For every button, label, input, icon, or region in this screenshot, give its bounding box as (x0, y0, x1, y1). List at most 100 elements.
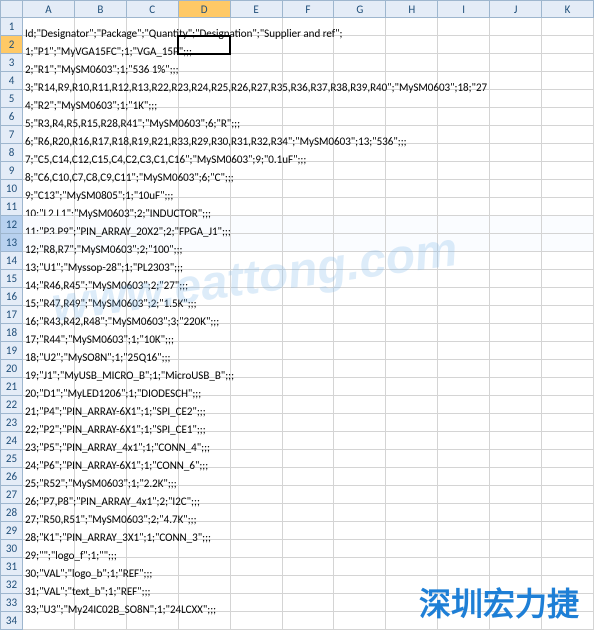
cell-E13[interactable] (230, 234, 282, 252)
row-header-12[interactable]: 12 (1, 216, 23, 234)
cell-F15[interactable] (282, 270, 334, 288)
cell-I34[interactable] (438, 612, 490, 630)
row-header-15[interactable]: 15 (1, 270, 23, 288)
cell-F14[interactable] (282, 252, 334, 270)
cell-I28[interactable] (438, 504, 490, 522)
cell-H22[interactable] (386, 396, 438, 414)
col-header-H[interactable]: H (386, 1, 438, 18)
cell-J17[interactable] (490, 306, 542, 324)
cell-I29[interactable] (438, 522, 490, 540)
spreadsheet-grid[interactable]: ABCDEFGHIJK1Id;"Designator";"Package";"Q… (0, 0, 594, 630)
cell-K4[interactable] (542, 72, 594, 90)
row-header-29[interactable]: 29 (1, 522, 23, 540)
cell-A24[interactable]: 23;"P5";"PIN_ARRAY_4x1";1;"CONN_4";;; (22, 432, 74, 450)
cell-I8[interactable] (438, 144, 490, 162)
row-header-16[interactable]: 16 (1, 288, 23, 306)
cell-H18[interactable] (386, 324, 438, 342)
cell-H15[interactable] (386, 270, 438, 288)
cell-I18[interactable] (438, 324, 490, 342)
cell-K34[interactable] (542, 612, 594, 630)
row-header-3[interactable]: 3 (1, 54, 23, 72)
cell-J25[interactable] (490, 450, 542, 468)
cell-K7[interactable] (542, 126, 594, 144)
cell-I27[interactable] (438, 486, 490, 504)
cell-I22[interactable] (438, 396, 490, 414)
cell-G22[interactable] (334, 396, 386, 414)
cell-F29[interactable] (282, 522, 334, 540)
cell-F19[interactable] (282, 342, 334, 360)
cell-E29[interactable] (230, 522, 282, 540)
cell-F32[interactable] (282, 576, 334, 594)
cell-F6[interactable] (282, 108, 334, 126)
cell-F26[interactable] (282, 468, 334, 486)
cell-G15[interactable] (334, 270, 386, 288)
cell-F27[interactable] (282, 486, 334, 504)
cell-A22[interactable]: 21;"P4";"PIN_ARRAY-6X1";1;"SPI_CE2";;; (22, 396, 74, 414)
cell-F18[interactable] (282, 324, 334, 342)
cell-G25[interactable] (334, 450, 386, 468)
cell-A20[interactable]: 19;"J1";"MyUSB_MICRO_B";1;"MicroUSB_B";;… (22, 360, 74, 378)
cell-J34[interactable] (490, 612, 542, 630)
cell-A12[interactable]: 11;"P3,P9";"PIN_ARRAY_20X2";2;"FPGA_J1";… (22, 216, 74, 234)
cell-E33[interactable] (230, 594, 282, 612)
cell-H25[interactable] (386, 450, 438, 468)
cell-J12[interactable] (490, 216, 542, 234)
cell-E12[interactable] (230, 216, 282, 234)
cell-F17[interactable] (282, 306, 334, 324)
cell-E18[interactable] (230, 324, 282, 342)
col-header-A[interactable]: A (22, 1, 74, 18)
cell-E22[interactable] (230, 396, 282, 414)
cell-F13[interactable] (282, 234, 334, 252)
cell-I3[interactable] (438, 54, 490, 72)
row-header-28[interactable]: 28 (1, 504, 23, 522)
cell-G32[interactable] (334, 576, 386, 594)
cell-I24[interactable] (438, 432, 490, 450)
cell-A25[interactable]: 24;"P6";"PIN_ARRAY-6X1";1;"CONN_6";;; (22, 450, 74, 468)
cell-D31[interactable] (178, 558, 230, 576)
cell-J19[interactable] (490, 342, 542, 360)
row-header-13[interactable]: 13 (1, 234, 23, 252)
cell-H11[interactable] (386, 198, 438, 216)
cell-K23[interactable] (542, 414, 594, 432)
cell-I21[interactable] (438, 378, 490, 396)
col-header-D[interactable]: D (178, 1, 230, 18)
cell-I25[interactable] (438, 450, 490, 468)
cell-F25[interactable] (282, 450, 334, 468)
cell-I20[interactable] (438, 360, 490, 378)
row-header-22[interactable]: 22 (1, 396, 23, 414)
cell-H14[interactable] (386, 252, 438, 270)
row-header-25[interactable]: 25 (1, 450, 23, 468)
cell-K30[interactable] (542, 540, 594, 558)
cell-K2[interactable] (542, 36, 594, 54)
cell-K19[interactable] (542, 342, 594, 360)
cell-E20[interactable] (230, 360, 282, 378)
cell-A31[interactable]: 30;"VAL";"logo_b";1;"REF";;; (22, 558, 74, 576)
cell-I14[interactable] (438, 252, 490, 270)
cell-H32[interactable] (386, 576, 438, 594)
cell-J7[interactable] (490, 126, 542, 144)
cell-A18[interactable]: 17;"R44";"MySM0603";1;"10K";;; (22, 324, 74, 342)
cell-A28[interactable]: 27;"R50,R51";"MySM0603";2;"4.7K";;; (22, 504, 74, 522)
cell-J6[interactable] (490, 108, 542, 126)
cell-A10[interactable]: 9;"C13";"MySM0805";1;"10uF";;; (22, 180, 74, 198)
cell-E10[interactable] (230, 180, 282, 198)
row-header-21[interactable]: 21 (1, 378, 23, 396)
row-header-34[interactable]: 34 (1, 612, 23, 630)
cell-J27[interactable] (490, 486, 542, 504)
col-header-E[interactable]: E (230, 1, 282, 18)
cell-K11[interactable] (542, 198, 594, 216)
cell-J30[interactable] (490, 540, 542, 558)
cell-E34[interactable] (230, 612, 282, 630)
cell-G6[interactable] (334, 108, 386, 126)
cell-H29[interactable] (386, 522, 438, 540)
cell-J20[interactable] (490, 360, 542, 378)
cell-J33[interactable] (490, 594, 542, 612)
cell-A33[interactable]: 33;"U3";"My24IC02B_SO8N";1;"24LCXX";;; (22, 594, 74, 612)
row-header-4[interactable]: 4 (1, 72, 23, 90)
col-header-K[interactable]: K (542, 1, 594, 18)
cell-K13[interactable] (542, 234, 594, 252)
cell-G19[interactable] (334, 342, 386, 360)
cell-I31[interactable] (438, 558, 490, 576)
row-header-17[interactable]: 17 (1, 306, 23, 324)
cell-F23[interactable] (282, 414, 334, 432)
